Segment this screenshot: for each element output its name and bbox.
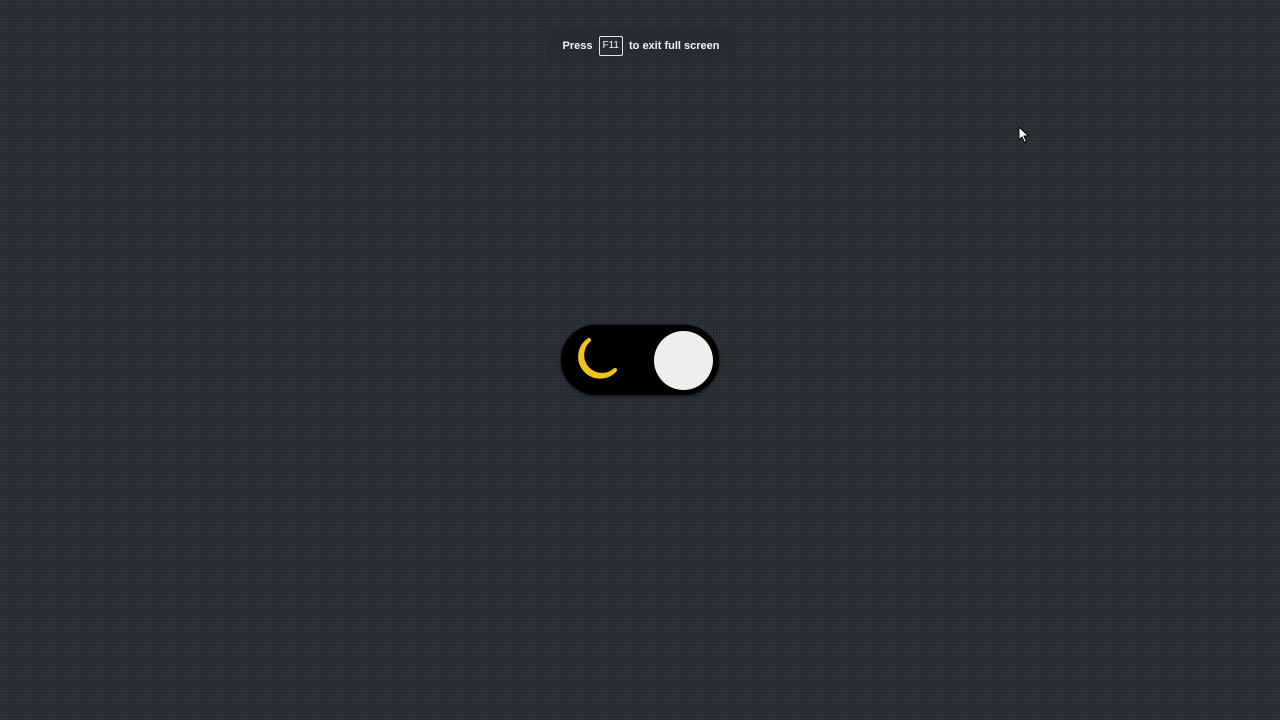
hint-suffix: to exit full screen — [629, 40, 720, 52]
moon-icon — [578, 338, 617, 379]
toggle-knob[interactable] — [654, 331, 713, 390]
theme-toggle[interactable] — [561, 325, 719, 395]
mouse-pointer-icon — [1018, 126, 1029, 143]
f11-key: F11 — [598, 36, 623, 56]
fullscreen-exit-hint: Press F11 to exit full screen — [546, 30, 736, 62]
hint-prefix: Press — [562, 40, 593, 52]
